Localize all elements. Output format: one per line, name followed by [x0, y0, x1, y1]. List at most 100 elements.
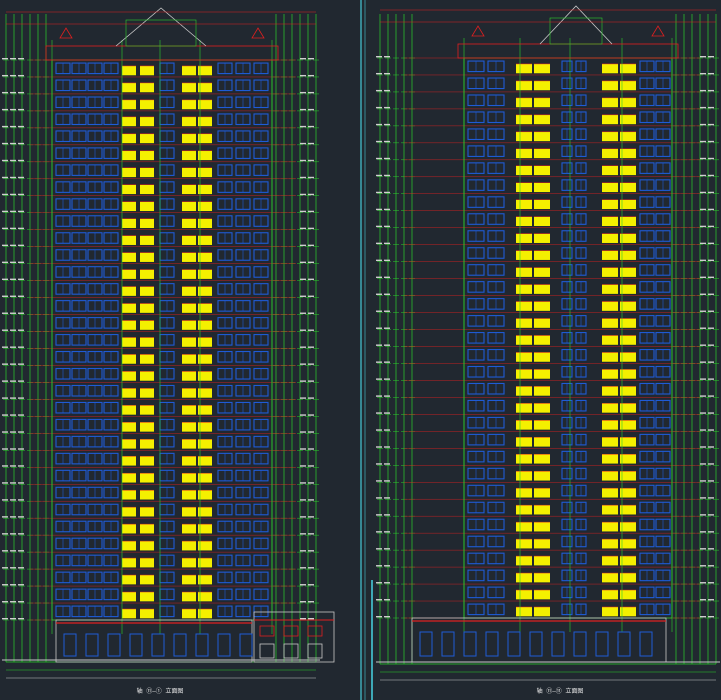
balcony-panel	[620, 318, 636, 328]
level-label-mark	[10, 312, 16, 314]
balcony-panel	[516, 539, 532, 549]
level-label-mark	[700, 548, 706, 550]
balcony-panel	[122, 82, 136, 93]
level-label-mark	[708, 310, 714, 312]
level-label-mark	[384, 72, 390, 75]
balcony-panel	[534, 420, 550, 430]
level-label-mark	[2, 74, 8, 77]
level-label-mark	[376, 378, 382, 380]
level-label-mark	[10, 244, 16, 247]
balcony-panel	[516, 488, 532, 498]
level-label-mark	[700, 616, 706, 618]
level-label-mark	[308, 601, 314, 603]
level-label-mark	[308, 618, 314, 620]
balcony-panel	[516, 301, 532, 311]
level-label-mark	[2, 329, 8, 331]
balcony-panel	[534, 165, 550, 176]
level-label-mark	[308, 159, 314, 162]
level-label-mark	[700, 378, 706, 380]
level-label-mark	[700, 446, 706, 448]
level-label-mark	[708, 344, 714, 346]
level-label-mark	[300, 108, 306, 111]
level-label-mark	[384, 56, 390, 58]
balcony-panel	[516, 403, 532, 413]
level-label-mark	[18, 465, 24, 467]
level-label-mark	[10, 210, 16, 213]
level-label-mark	[384, 174, 390, 177]
balcony-panel	[122, 65, 136, 76]
level-label-mark	[384, 429, 390, 431]
level-label-mark	[708, 191, 714, 194]
level-label-mark	[300, 312, 306, 314]
level-label-mark	[300, 193, 306, 196]
balcony-panel	[122, 269, 136, 279]
level-label-mark	[700, 72, 706, 75]
level-label-mark	[2, 482, 8, 484]
level-label-mark	[2, 397, 8, 399]
level-label-mark	[18, 499, 24, 501]
balcony-panel	[620, 386, 636, 396]
level-label-mark	[700, 276, 706, 279]
balcony-panel	[602, 199, 618, 210]
level-label-mark	[2, 244, 8, 247]
balcony-panel	[140, 82, 154, 93]
cad-canvas[interactable]: 轴 ⑪—① 立面图 轴 ⑪—⑪ 立面图	[0, 0, 721, 700]
level-label-mark	[376, 72, 382, 75]
level-label-mark	[376, 310, 382, 312]
level-label-mark	[700, 599, 706, 601]
level-label-mark	[700, 565, 706, 567]
level-label-mark	[308, 329, 314, 331]
level-label-mark	[18, 58, 24, 60]
balcony-panel	[182, 150, 196, 161]
level-label-mark	[708, 446, 714, 448]
balcony-panel	[602, 131, 618, 142]
balcony-panel	[602, 437, 618, 447]
balcony-panel	[620, 97, 636, 108]
level-label-mark	[384, 531, 390, 533]
level-label-mark	[708, 327, 714, 329]
level-label-mark	[308, 261, 314, 264]
level-label-mark	[18, 584, 24, 586]
balcony-panel	[182, 235, 196, 245]
balcony-panel	[182, 608, 196, 619]
level-label-mark	[300, 227, 306, 230]
balcony-panel	[602, 369, 618, 379]
level-label-mark	[308, 108, 314, 111]
balcony-panel	[620, 131, 636, 142]
balcony-panel	[620, 437, 636, 447]
level-label-mark	[384, 259, 390, 262]
balcony-panel	[182, 201, 196, 212]
balcony-panel	[534, 573, 550, 583]
balcony-panel	[602, 454, 618, 464]
level-label-mark	[376, 157, 382, 160]
balcony-panel	[620, 352, 636, 362]
level-label-mark	[700, 106, 706, 109]
level-label-mark	[708, 463, 714, 465]
level-label-mark	[708, 514, 714, 516]
level-label-mark	[308, 448, 314, 450]
level-label-mark	[300, 74, 306, 77]
level-label-mark	[300, 176, 306, 179]
level-label-mark	[10, 550, 16, 552]
level-label-mark	[10, 380, 16, 382]
level-label-mark	[300, 465, 306, 467]
level-label-mark	[10, 91, 16, 94]
level-label-mark	[376, 463, 382, 465]
balcony-panel	[534, 369, 550, 379]
level-label-mark	[2, 58, 8, 60]
level-label-mark	[18, 346, 24, 348]
balcony-panel	[122, 456, 136, 466]
level-label-mark	[376, 565, 382, 567]
balcony-panel	[534, 403, 550, 413]
balcony-panel	[516, 437, 532, 447]
level-label-mark	[376, 429, 382, 431]
level-label-mark	[2, 261, 8, 264]
balcony-panel	[140, 337, 154, 347]
level-label-mark	[708, 225, 714, 228]
level-label-mark	[300, 142, 306, 145]
level-label-mark	[308, 584, 314, 586]
balcony-panel	[534, 267, 550, 277]
level-label-mark	[384, 327, 390, 329]
level-label-mark	[2, 210, 8, 213]
level-label-mark	[18, 550, 24, 552]
